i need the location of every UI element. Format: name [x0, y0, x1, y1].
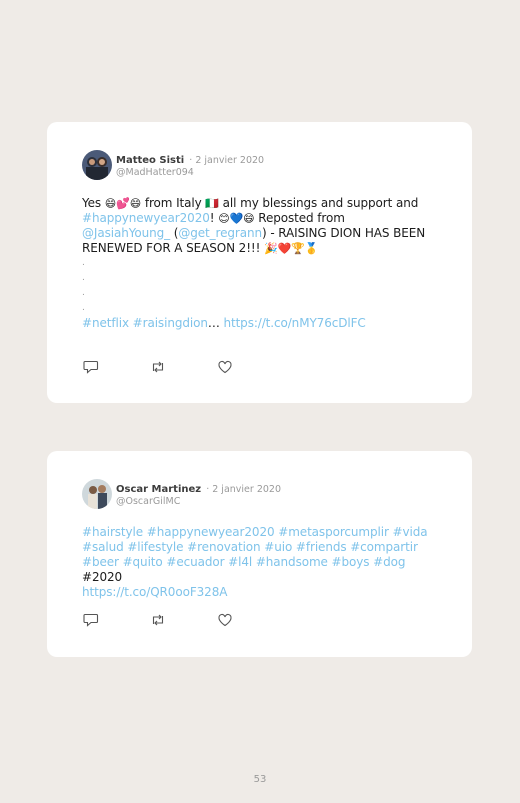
tweet-date: · 2 janvier 2020	[189, 154, 265, 166]
author-name[interactable]: Matteo Sisti	[116, 155, 184, 166]
mention-link[interactable]: @get_regrann	[178, 226, 262, 240]
emoji: 🎉❤️🏆🥇	[264, 242, 319, 255]
text-segment: from Italy	[141, 196, 206, 210]
retweet-icon[interactable]	[150, 360, 166, 374]
tweet-actions	[83, 613, 233, 627]
tweet-header: Matteo Sisti · 2 janvier 2020 @MadHatter…	[82, 150, 437, 180]
text-segment: Yes	[82, 196, 105, 210]
text-segment: all my blessings and support and	[218, 196, 419, 210]
reply-icon[interactable]	[83, 360, 99, 374]
dot-line: .	[82, 303, 85, 313]
tweet-actions	[83, 360, 233, 374]
emoji: 😊💙😄	[218, 212, 255, 225]
tweet-card: Matteo Sisti · 2 janvier 2020 @MadHatter…	[47, 122, 472, 403]
url-link[interactable]: https://t.co/QR0ooF328A	[82, 585, 227, 599]
page-number: 53	[253, 774, 267, 785]
reply-icon[interactable]	[83, 613, 99, 627]
hashtag-link[interactable]: #hairstyle #happynewyear2020 #metasporcu…	[82, 525, 428, 569]
tweet-header: Oscar Martinez · 2 janvier 2020 @OscarGi…	[82, 479, 437, 509]
hashtag-link[interactable]: #netflix #raisingdion	[82, 316, 208, 330]
tweet-text: Yes 😄💕😄 from Italy 🇮🇹 all my blessings a…	[82, 196, 437, 331]
dot-line: .	[82, 288, 85, 298]
like-icon[interactable]	[217, 360, 233, 374]
text-segment: #2020	[82, 570, 123, 584]
dot-line: .	[82, 273, 85, 283]
text-segment: Reposted from	[254, 211, 345, 225]
tweet-card: Oscar Martinez · 2 janvier 2020 @OscarGi…	[47, 451, 472, 657]
avatar[interactable]	[82, 479, 112, 509]
flag-emoji: 🇮🇹	[205, 197, 219, 210]
like-icon[interactable]	[217, 613, 233, 627]
avatar[interactable]	[82, 150, 112, 180]
retweet-icon[interactable]	[150, 613, 166, 627]
tweet-text: #hairstyle #happynewyear2020 #metasporcu…	[82, 525, 437, 600]
mention-link[interactable]: @JasiahYoung_	[82, 226, 170, 240]
author-handle[interactable]: @OscarGilMC	[116, 496, 281, 508]
author-name[interactable]: Oscar Martinez	[116, 484, 201, 495]
hashtag-link[interactable]: #happynewyear2020	[82, 211, 210, 225]
text-segment: …	[207, 316, 224, 330]
author-handle[interactable]: @MadHatter094	[116, 167, 264, 179]
dot-line: .	[82, 258, 85, 268]
emoji: 😄💕😄	[104, 197, 142, 210]
text-segment: !	[209, 211, 219, 225]
tweet-date: · 2 janvier 2020	[206, 483, 281, 495]
url-link[interactable]: https://t.co/nMY76cDlFC	[223, 316, 365, 330]
